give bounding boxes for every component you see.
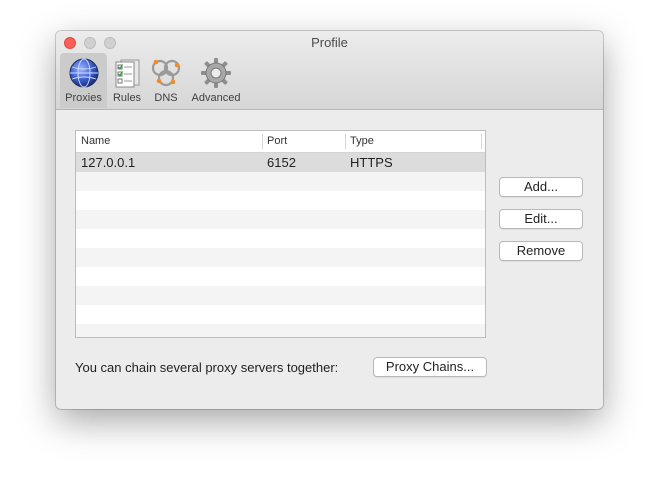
column-divider (345, 134, 346, 149)
empty-row (76, 248, 485, 267)
empty-row (76, 286, 485, 305)
empty-row (76, 267, 485, 286)
cell-port: 6152 (267, 155, 296, 170)
tab-proxies[interactable]: Proxies (60, 53, 107, 108)
tab-rules[interactable]: Rules (109, 53, 145, 108)
window-title: Profile (311, 35, 348, 50)
column-header-port[interactable]: Port (267, 135, 287, 147)
empty-row (76, 191, 485, 210)
titlebar: Profile Proxies Rules DNS Advanced (56, 31, 603, 110)
tab-dns-label: DNS (154, 92, 178, 104)
dns-icon (151, 59, 181, 87)
gear-icon (201, 58, 231, 88)
tab-dns[interactable]: DNS (147, 53, 185, 108)
edit-button[interactable]: Edit... (499, 209, 583, 229)
tab-rules-label: Rules (112, 92, 142, 104)
table-row[interactable]: 127.0.0.1 6152 HTTPS (76, 153, 485, 172)
column-header-type[interactable]: Type (350, 135, 374, 147)
empty-row (76, 305, 485, 324)
empty-row (76, 172, 485, 191)
profile-window: Profile Proxies Rules DNS Advanced Name … (56, 31, 603, 409)
column-header-name[interactable]: Name (81, 135, 110, 147)
column-divider (481, 134, 482, 149)
tab-advanced[interactable]: Advanced (187, 53, 245, 108)
chain-description: You can chain several proxy servers toge… (75, 360, 339, 375)
empty-row (76, 210, 485, 229)
tab-proxies-label: Proxies (65, 92, 102, 104)
add-button[interactable]: Add... (499, 177, 583, 197)
globe-icon (69, 58, 98, 88)
tab-advanced-label: Advanced (191, 92, 241, 104)
empty-row (76, 229, 485, 248)
checklist-icon (115, 59, 140, 88)
empty-row (76, 324, 485, 337)
cell-type: HTTPS (350, 155, 393, 170)
proxy-table[interactable]: Name Port Type 127.0.0.1 6152 HTTPS (75, 130, 486, 338)
proxy-chains-button[interactable]: Proxy Chains... (373, 357, 487, 377)
remove-button[interactable]: Remove (499, 241, 583, 261)
cell-name: 127.0.0.1 (81, 155, 136, 170)
column-divider (262, 134, 263, 149)
table-header: Name Port Type (76, 131, 485, 153)
